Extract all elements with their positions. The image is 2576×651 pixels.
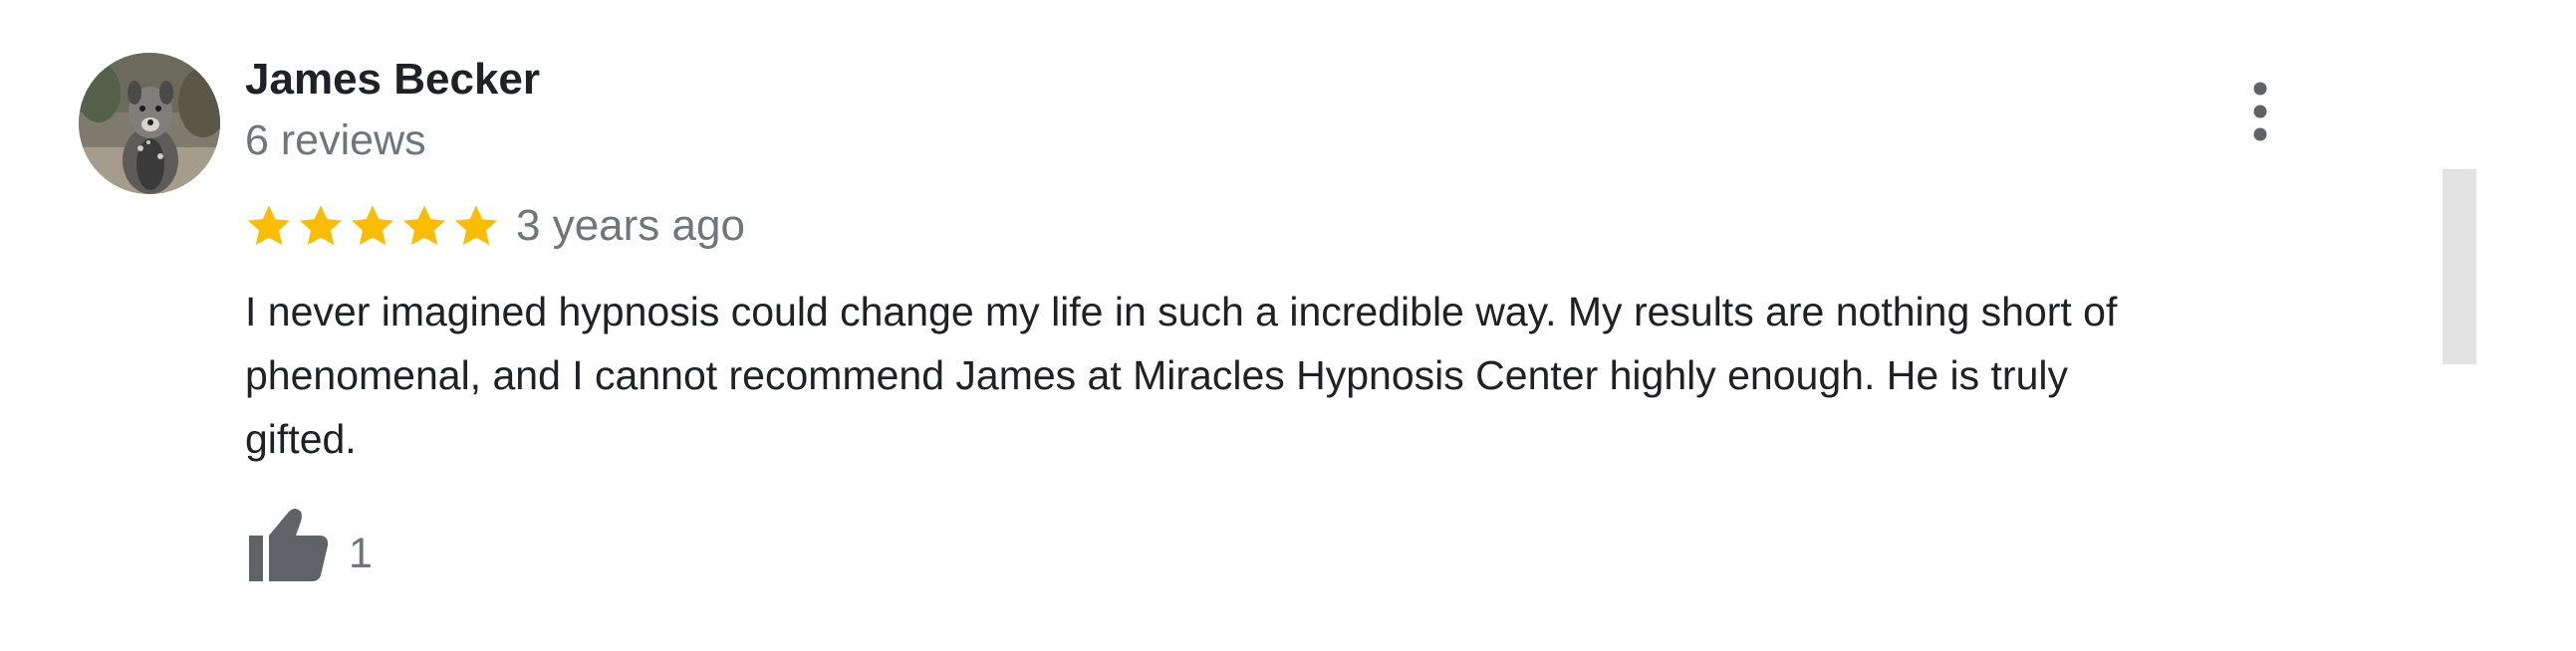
dog-photo-avatar-icon: [79, 53, 220, 194]
star-icon: [398, 200, 450, 252]
like-button[interactable]: [245, 506, 331, 585]
star-icon: [450, 200, 502, 252]
author-name[interactable]: James Becker: [245, 52, 540, 108]
review-text: I never imagined hypnosis could change m…: [245, 280, 2417, 471]
review-text-line: I never imagined hypnosis could change m…: [245, 289, 2118, 334]
more-options-button[interactable]: [2235, 79, 2285, 144]
star-rating: [243, 196, 502, 256]
star-icon: [295, 200, 347, 252]
more-vert-icon: [2253, 82, 2267, 141]
review-text-line: gifted.: [245, 416, 357, 462]
review-date: 3 years ago: [516, 201, 745, 250]
review-text-line: phenomenal, and I cannot recommend James…: [245, 352, 2068, 398]
scrollbar-thumb[interactable]: [2443, 169, 2476, 364]
thumbs-up-icon: [249, 509, 329, 581]
like-count: 1: [349, 530, 373, 577]
review-card: James Becker 6 reviews 3 years ago I nev…: [0, 0, 2576, 651]
star-icon: [243, 200, 295, 252]
star-icon: [347, 200, 398, 252]
reviewer-avatar[interactable]: [79, 53, 220, 194]
author-review-count[interactable]: 6 reviews: [245, 112, 426, 168]
